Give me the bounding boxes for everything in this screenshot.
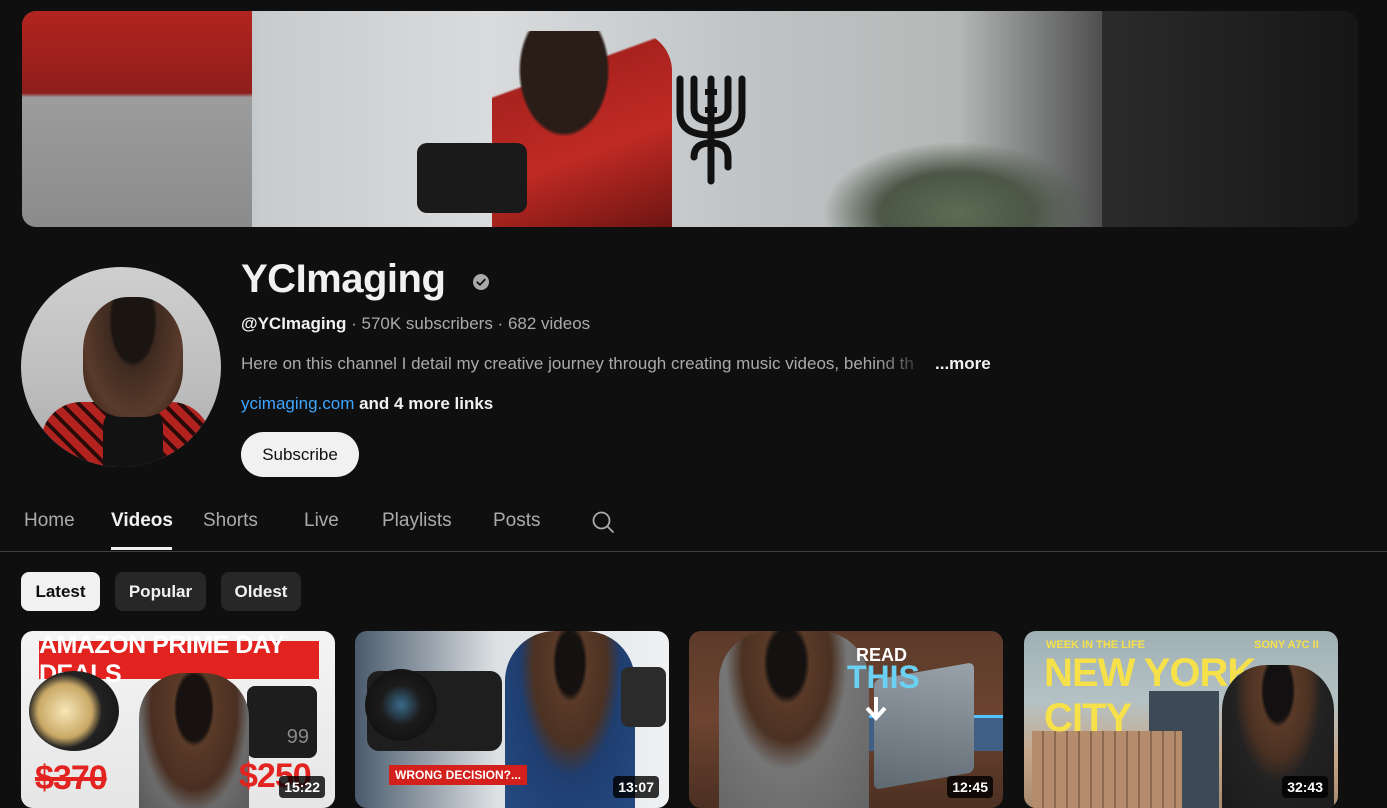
video-duration: 15:22 [279,776,325,798]
thumbnail-person [719,631,869,808]
tab-playlists[interactable]: Playlists [382,510,452,532]
video-thumbnail[interactable]: READ THIS 12:45 [689,631,1003,808]
thumbnail-building [1032,731,1182,808]
tab-videos[interactable]: Videos [111,510,173,532]
channel-handle: @YCImaging [241,314,347,333]
banner-window [1102,11,1358,227]
video-duration: 12:45 [947,776,993,798]
channel-banner [22,11,1358,227]
chip-popular[interactable]: Popular [115,572,206,611]
channel-avatar[interactable] [21,267,221,467]
video-thumbnail[interactable]: WEEK IN THE LIFE SONY A7C II NEW YORK CI… [1024,631,1338,808]
thumbnail-light [29,671,119,751]
thumbnail-person [139,673,249,808]
thumbnail-lens [365,669,437,741]
banner-camera [417,143,527,213]
avatar-face [83,297,183,417]
channel-description[interactable]: Here on this channel I detail my creativ… [241,354,991,374]
thumbnail-camera-small [621,667,666,727]
tab-live[interactable]: Live [304,510,339,532]
banner-figure-left [22,11,252,227]
meta-separator: · [492,314,508,333]
video-thumbnail[interactable]: AMAZON PRIME DAY DEALS 99 $370 $250 15:2… [21,631,335,808]
arrow-down-icon [865,697,887,721]
chip-oldest[interactable]: Oldest [221,572,301,611]
video-thumbnail[interactable]: WRONG DECISION?... 13:07 [355,631,669,808]
banner-tree [822,141,1092,227]
search-icon[interactable] [591,510,615,534]
verified-badge-icon [473,274,489,290]
channel-logo-icon [676,75,746,185]
subscriber-count: 570K subscribers [361,314,493,333]
thumbnail-caption-right: SONY A7C II [1254,639,1319,651]
channel-tabs: Home Videos Shorts Live Playlists Posts [0,500,1387,552]
description-more-link[interactable]: ...more [935,354,991,373]
thumbnail-power-station: 99 [247,686,317,758]
thumbnail-caption-line2: THIS [847,659,920,695]
active-tab-indicator [111,547,172,550]
channel-meta: @YCImaging · 570K subscribers · 682 vide… [241,314,590,334]
video-duration: 32:43 [1282,776,1328,798]
channel-links: ycimaging.com and 4 more links [241,394,493,414]
thumbnail-price-old: $370 [35,759,108,797]
tab-shorts[interactable]: Shorts [203,510,258,532]
thumbnail-caption: WRONG DECISION?... [389,765,527,785]
chip-latest[interactable]: Latest [21,572,100,611]
video-duration: 13:07 [613,776,659,798]
video-count: 682 videos [507,314,591,333]
description-text: Here on this channel I detail my creativ… [241,354,914,373]
tab-home[interactable]: Home [24,510,75,532]
channel-website-link[interactable]: ycimaging.com [241,394,354,413]
thumbnail-caption-left: WEEK IN THE LIFE [1046,639,1145,651]
channel-name: YCImaging [241,257,446,301]
meta-separator: · [346,314,362,333]
subscribe-button[interactable]: Subscribe [241,432,359,477]
tab-posts[interactable]: Posts [493,510,541,532]
more-links-button[interactable]: and 4 more links [354,394,493,413]
